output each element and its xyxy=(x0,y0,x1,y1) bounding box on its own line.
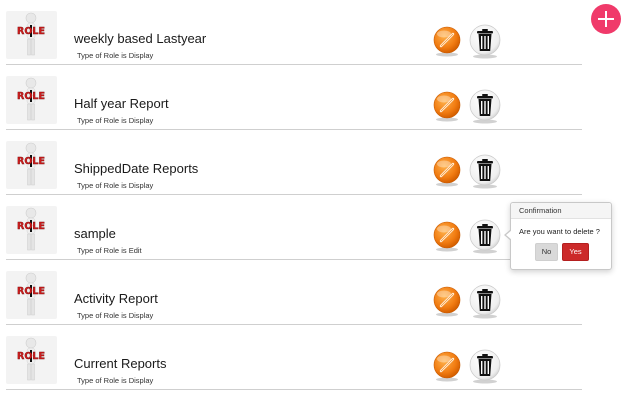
delete-role-button[interactable] xyxy=(467,153,503,189)
delete-confirmation-popover: Confirmation Are you want to delete ? No… xyxy=(504,202,612,270)
pencil-icon xyxy=(433,221,461,252)
delete-role-button[interactable] xyxy=(467,88,503,124)
trash-icon xyxy=(469,89,501,124)
role-figure-icon: ROLE xyxy=(17,77,45,121)
svg-text:ROLE: ROLE xyxy=(17,221,45,232)
role-name: sample xyxy=(74,226,116,241)
role-figure-icon: ROLE xyxy=(17,272,45,316)
edit-role-button[interactable] xyxy=(431,350,463,382)
delete-role-button[interactable] xyxy=(467,218,503,254)
role-type: Type of Role is Display xyxy=(77,116,154,125)
confirm-yes-button[interactable]: Yes xyxy=(562,243,589,261)
delete-role-button[interactable] xyxy=(467,348,503,384)
role-row: ROLE sample Type of Role is Edit xyxy=(0,195,582,260)
popover-arrow-inner xyxy=(506,230,512,240)
delete-role-button[interactable] xyxy=(467,23,503,59)
role-thumbnail: ROLE xyxy=(6,271,57,319)
svg-text:ROLE: ROLE xyxy=(17,286,45,297)
edit-role-button[interactable] xyxy=(431,155,463,187)
role-thumbnail: ROLE xyxy=(6,336,57,384)
role-thumbnail: ROLE xyxy=(6,11,57,59)
pencil-icon xyxy=(433,91,461,122)
trash-icon xyxy=(469,219,501,254)
edit-role-button[interactable] xyxy=(431,25,463,57)
popover-title: Confirmation xyxy=(511,203,611,219)
pencil-icon xyxy=(433,156,461,187)
role-figure-icon: ROLE xyxy=(17,337,45,381)
role-type: Type of Role is Display xyxy=(77,181,154,190)
role-type: Type of Role is Display xyxy=(77,51,154,60)
role-thumbnail: ROLE xyxy=(6,206,57,254)
confirm-no-button[interactable]: No xyxy=(535,243,558,261)
pencil-icon xyxy=(433,351,461,382)
role-row: ROLE Current Reports Type of Role is Dis… xyxy=(0,325,582,390)
role-name: weekly based Lastyear xyxy=(74,31,207,46)
svg-text:ROLE: ROLE xyxy=(17,91,45,102)
popover-message: Are you want to delete ? xyxy=(519,227,600,236)
trash-icon xyxy=(469,349,501,384)
trash-icon xyxy=(469,154,501,189)
pencil-icon xyxy=(433,286,461,317)
delete-role-button[interactable] xyxy=(467,283,503,319)
role-list: ROLE weekly based Lastyear Type of Role … xyxy=(0,0,582,390)
pencil-icon xyxy=(433,26,461,57)
plus-icon xyxy=(598,11,614,27)
role-row: ROLE ShippedDate Reports Type of Role is… xyxy=(0,130,582,195)
role-row: ROLE weekly based Lastyear Type of Role … xyxy=(0,0,582,65)
add-role-button[interactable] xyxy=(591,4,621,34)
role-row: ROLE Activity Report Type of Role is Dis… xyxy=(0,260,582,325)
role-figure-icon: ROLE xyxy=(17,207,45,251)
role-thumbnail: ROLE xyxy=(6,76,57,124)
role-row: ROLE Half year Report Type of Role is Di… xyxy=(0,65,582,130)
role-name: Current Reports xyxy=(74,356,167,371)
role-figure-icon: ROLE xyxy=(17,12,45,56)
trash-icon xyxy=(469,24,501,59)
role-name: Half year Report xyxy=(74,96,169,111)
edit-role-button[interactable] xyxy=(431,220,463,252)
role-type: Type of Role is Display xyxy=(77,376,154,385)
role-thumbnail: ROLE xyxy=(6,141,57,189)
svg-text:ROLE: ROLE xyxy=(17,26,45,37)
svg-text:ROLE: ROLE xyxy=(17,156,45,167)
edit-role-button[interactable] xyxy=(431,285,463,317)
role-type: Type of Role is Edit xyxy=(77,246,142,255)
role-name: ShippedDate Reports xyxy=(74,161,199,176)
row-divider xyxy=(6,389,582,390)
role-figure-icon: ROLE xyxy=(17,142,45,186)
role-name: Activity Report xyxy=(74,291,158,306)
trash-icon xyxy=(469,284,501,319)
edit-role-button[interactable] xyxy=(431,90,463,122)
role-type: Type of Role is Display xyxy=(77,311,154,320)
svg-text:ROLE: ROLE xyxy=(17,351,45,362)
